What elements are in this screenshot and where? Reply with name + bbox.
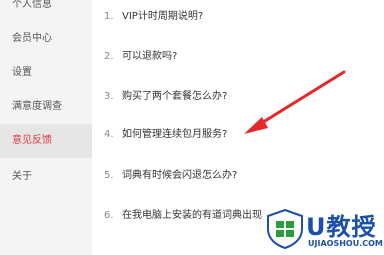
faq-number: 3. [104,91,114,102]
faq-question: 在我电脑上安装的有道词典出现 [122,210,262,221]
sidebar-item-profile[interactable]: 个人信息 [0,0,92,22]
faq-question: 购买了两个套餐怎么办? [122,91,228,102]
faq-question: VIP计时周期说明? [122,11,204,22]
watermark: U教授 UJIAOSHOU.COM [262,205,384,255]
faq-question: 如何管理连续包月服务? [122,129,228,140]
sidebar-item-survey[interactable]: 满意度调查 [0,90,92,124]
faq-item-monthly-subscription[interactable]: 4. 如何管理连续包月服务? [104,124,380,146]
sidebar: 个人信息 会员中心 设置 满意度调查 意见反馈 关于 [0,0,92,255]
faq-question: 可以退款吗? [122,51,178,62]
faq-item-crash[interactable]: 5. 词典有时候会闪退怎么办? [104,165,380,187]
sidebar-item-about[interactable]: 关于 [0,160,92,194]
faq-number: 2. [104,51,114,62]
sidebar-item-membership[interactable]: 会员中心 [0,22,92,56]
faq-item-refund[interactable]: 2. 可以退款吗? [104,46,380,68]
faq-number: 4. [104,129,114,140]
faq-number: 5. [104,170,114,181]
sidebar-item-feedback[interactable]: 意见反馈 [0,124,92,158]
faq-number: 6. [104,210,114,221]
faq-item-two-plans[interactable]: 3. 购买了两个套餐怎么办? [104,86,380,108]
shield-logo-icon [267,209,303,249]
watermark-title: U教授 [306,213,377,241]
faq-item-vip-period[interactable]: 1. VIP计时周期说明? [104,6,380,28]
faq-question: 词典有时候会闪退怎么办? [122,170,238,181]
sidebar-item-settings[interactable]: 设置 [0,56,92,90]
faq-number: 1. [104,11,114,22]
watermark-url: UJIAOSHOU.COM [308,239,383,248]
